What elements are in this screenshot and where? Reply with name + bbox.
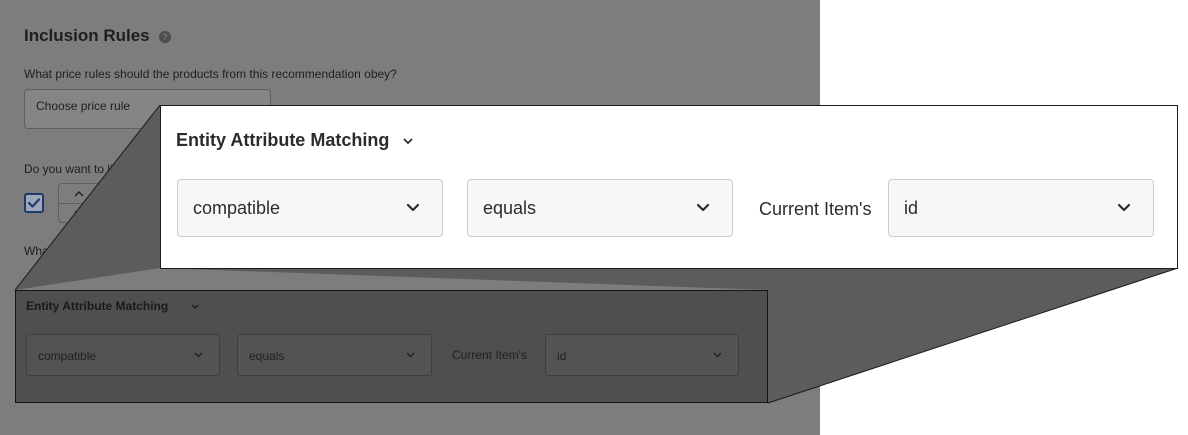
rule-title-zoomed: Entity Attribute Matching <box>176 130 390 150</box>
attribute-select-value: compatible <box>193 198 281 218</box>
attribute-select-small[interactable]: compatible <box>26 334 220 376</box>
help-icon[interactable]: ? <box>159 31 171 43</box>
chevron-down-icon <box>713 352 722 358</box>
chevron-down-icon[interactable] <box>191 304 199 310</box>
limit-number-field[interactable]: 1 <box>99 183 161 223</box>
price-rule-select-value: Choose price rule <box>36 99 131 113</box>
operator-select-value: equals <box>249 349 285 363</box>
chevron-down-icon <box>406 203 420 212</box>
checkmark-icon <box>27 198 41 208</box>
operator-select-small[interactable]: equals <box>237 334 432 376</box>
value-select-value: id <box>904 198 919 218</box>
chevron-down-icon <box>696 203 710 212</box>
chevron-up-icon[interactable] <box>74 190 84 198</box>
limit-number-value: 1 <box>109 197 116 211</box>
attribute-select[interactable]: compatible <box>177 179 443 237</box>
chevron-down-icon[interactable] <box>402 137 414 145</box>
value-select[interactable]: id <box>888 179 1154 237</box>
chevron-down-icon[interactable] <box>74 209 84 217</box>
price-rules-question: What price rules should the products fro… <box>24 67 397 81</box>
operator-select-value: equals <box>483 198 537 218</box>
chevron-down-icon <box>406 352 415 358</box>
current-item-label: Current Item's <box>452 348 527 362</box>
stepper-divider <box>59 203 99 204</box>
chevron-down-icon <box>194 352 203 358</box>
limit-checkbox[interactable] <box>24 193 44 213</box>
value-select-small[interactable]: id <box>545 334 739 376</box>
current-item-label: Current Item's <box>759 199 872 219</box>
chevron-down-icon <box>1117 203 1131 212</box>
inclusion-rules-title: Inclusion Rules <box>24 26 150 45</box>
value-select-value: id <box>557 349 567 363</box>
attribute-select-value: compatible <box>38 349 97 363</box>
entity-attribute-rule-zoomed: Entity Attribute Matching compatible equ… <box>160 105 1178 269</box>
limit-question: Do you want to limit pr <box>24 162 143 176</box>
entity-attribute-rule-small: Entity Attribute Matching compatible equ… <box>15 290 768 403</box>
rule-title: Entity Attribute Matching <box>26 299 169 313</box>
limit-stepper[interactable] <box>58 183 100 223</box>
operator-select[interactable]: equals <box>467 179 733 237</box>
other-rules-question: What other rules shoulc <box>24 244 151 258</box>
